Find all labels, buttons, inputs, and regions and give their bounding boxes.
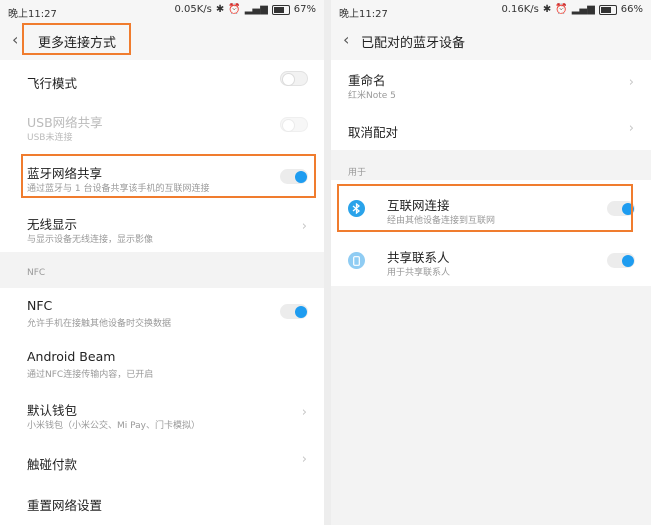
reset-network-label: 重置网络设置 <box>27 498 103 513</box>
highlight-box-bt-share <box>21 154 316 198</box>
android-beam-desc: 通过NFC连接传输内容，已开启 <box>27 370 154 380</box>
wireless-display-row[interactable]: 无线显示 与显示设备无线连接，显示影像 › <box>0 205 324 249</box>
status-time: 晚上11:27 <box>339 9 388 20</box>
chevron-right-icon: › <box>628 75 634 90</box>
default-wallet-label: 默认钱包 <box>27 403 78 418</box>
right-panel: 晚上11:27 0.16K/s ✱ ⏰ ▂▄▆ 66% ‹ 已配对的蓝牙设备 重… <box>331 0 651 525</box>
nfc-label: NFC <box>27 298 53 313</box>
network-speed: 0.16K/s <box>501 4 539 15</box>
airplane-mode-toggle[interactable] <box>280 71 308 86</box>
bluetooth-icon: ✱ <box>215 4 225 15</box>
status-time: 晚上11:27 <box>8 9 57 20</box>
signal-icon: ▂▄▆ <box>244 4 268 15</box>
tap-pay-label: 触碰付款 <box>27 457 78 472</box>
highlight-box-title <box>22 23 131 55</box>
page-title: 已配对的蓝牙设备 <box>361 36 466 51</box>
wireless-display-label: 无线显示 <box>27 217 78 232</box>
nfc-row[interactable]: NFC 允许手机在接触其他设备时交换数据 <box>0 289 324 335</box>
left-panel: 晚上11:27 0.05K/s ✱ ⏰ ▂▄▆ 67% ‹ 更多连接方式 飞行模… <box>0 0 324 525</box>
back-chevron-icon[interactable]: ‹ <box>12 31 18 49</box>
status-right: 0.05K/s ✱ ⏰ ▂▄▆ 67% <box>174 4 316 15</box>
network-speed: 0.05K/s <box>174 4 212 15</box>
usb-tether-row: USB网络共享 USB未连接 <box>0 102 324 146</box>
battery-icon <box>271 4 290 15</box>
battery-percent: 67% <box>293 4 316 15</box>
phone-icon <box>348 252 365 269</box>
airplane-mode-label: 飞行模式 <box>27 76 78 91</box>
chevron-right-icon: › <box>301 219 307 234</box>
default-wallet-row[interactable]: 默认钱包 小米钱包（小米公交、Mi Pay、门卡模拟） › <box>0 391 324 437</box>
android-beam-row[interactable]: Android Beam 通过NFC连接传输内容，已开启 <box>0 340 324 386</box>
reset-network-row[interactable]: 重置网络设置 <box>0 485 324 523</box>
status-right: 0.16K/s ✱ ⏰ ▂▄▆ 66% <box>501 4 643 15</box>
panel-divider <box>324 0 331 525</box>
nfc-desc: 允许手机在接触其他设备时交换数据 <box>27 319 172 329</box>
nfc-toggle[interactable] <box>280 304 308 319</box>
rename-row[interactable]: 重命名 红米Note 5 › <box>331 60 651 106</box>
device-name: 红米Note 5 <box>348 91 396 101</box>
bluetooth-icon: ✱ <box>542 4 552 15</box>
usage-section: 用于 <box>331 150 651 180</box>
status-bar: 晚上11:27 0.05K/s ✱ ⏰ ▂▄▆ 67% <box>0 0 324 22</box>
airplane-mode-row[interactable]: 飞行模式 <box>0 60 324 98</box>
android-beam-label: Android Beam <box>27 349 116 364</box>
status-bar: 晚上11:27 0.16K/s ✱ ⏰ ▂▄▆ 66% <box>331 0 651 22</box>
usb-tether-status: USB未连接 <box>27 133 73 143</box>
nfc-section-label: NFC <box>27 268 46 278</box>
nfc-section: NFC <box>0 252 324 288</box>
rename-label: 重命名 <box>348 73 386 88</box>
wireless-display-desc: 与显示设备无线连接，显示影像 <box>27 235 154 245</box>
back-chevron-icon[interactable]: ‹ <box>343 31 349 49</box>
share-contacts-toggle[interactable] <box>607 253 635 268</box>
signal-icon: ▂▄▆ <box>571 4 595 15</box>
default-wallet-desc: 小米钱包（小米公交、Mi Pay、门卡模拟） <box>27 421 200 431</box>
share-contacts-row[interactable]: 共享联系人 用于共享联系人 <box>331 236 651 284</box>
chevron-right-icon: › <box>628 121 634 136</box>
chevron-right-icon: › <box>301 405 307 420</box>
battery-percent: 66% <box>620 4 643 15</box>
chevron-right-icon: › <box>301 452 307 467</box>
usb-tether-label: USB网络共享 <box>27 115 103 130</box>
alarm-icon: ⏰ <box>228 4 241 15</box>
header: ‹ 已配对的蓝牙设备 <box>331 22 651 60</box>
share-contacts-label: 共享联系人 <box>387 250 450 265</box>
usb-tether-toggle <box>280 117 308 132</box>
tap-pay-row[interactable]: 触碰付款 › <box>0 442 324 480</box>
unpair-label: 取消配对 <box>348 125 399 140</box>
alarm-icon: ⏰ <box>555 4 568 15</box>
share-contacts-desc: 用于共享联系人 <box>387 268 451 278</box>
battery-icon <box>598 4 617 15</box>
usage-section-label: 用于 <box>348 168 367 178</box>
unpair-row[interactable]: 取消配对 › <box>331 109 651 149</box>
highlight-box-internet <box>337 184 633 232</box>
empty-area <box>331 286 651 525</box>
